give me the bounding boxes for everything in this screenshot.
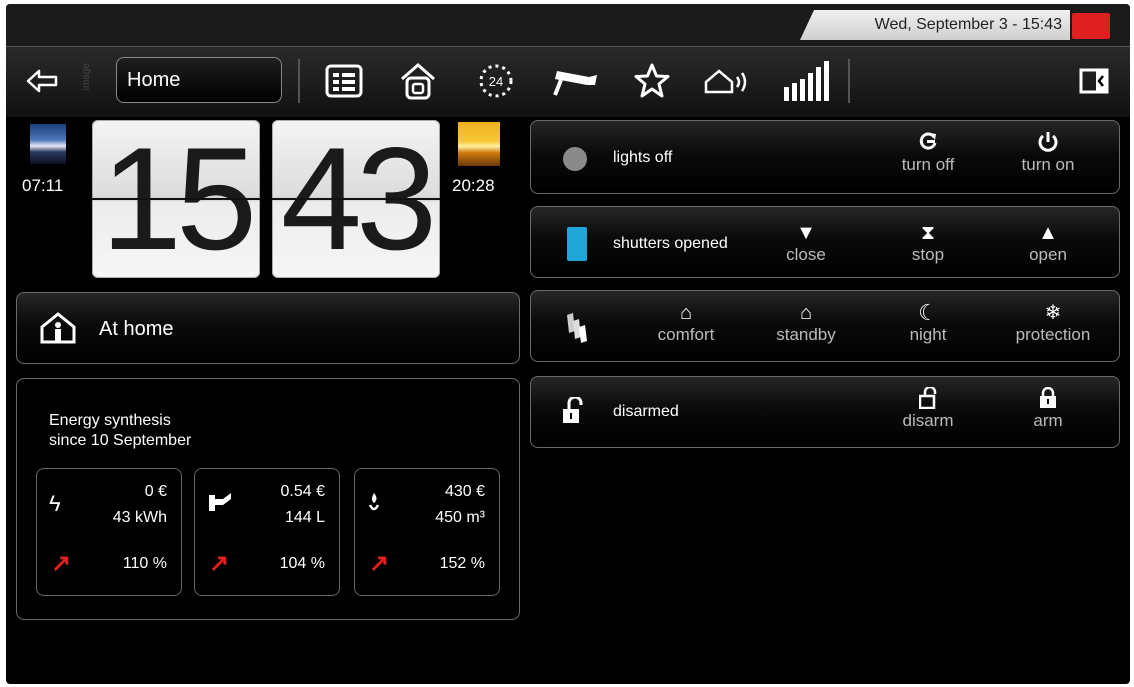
camera-icon[interactable] [544,55,604,107]
date-time-display: Wed, September 3 - 15:43 [800,10,1070,40]
turn-on-label: turn on [1021,155,1075,174]
comfort-button[interactable]: ⌂ comfort [641,301,731,345]
lightning-icon: ϟ [49,491,61,516]
clock-hours: 15 [92,120,260,278]
water-percent: 104 % [279,555,325,572]
lights-status-icon [563,147,587,171]
sunset-time: 20:28 [452,176,495,195]
turn-off-button[interactable]: turn off [883,131,973,175]
electricity-cost: 0 € [144,483,167,500]
status-bar: Wed, September 3 - 15:43 [6,4,1130,46]
lock-icon [1003,386,1093,411]
energy-title: Energy synthesis since 10 September [49,411,191,451]
room-select[interactable]: Home [116,57,282,103]
arm-label: arm [1033,411,1063,430]
open-button[interactable]: ▲ open [1003,221,1093,265]
arrow-down-icon: ▼ [796,222,816,244]
app-frame: Wed, September 3 - 15:43 image Home 24 0… [6,4,1130,684]
stop-icon: ⧗ [920,222,936,244]
energy-title-line1: Energy synthesis [49,412,171,429]
list-icon[interactable] [316,55,372,107]
standby-button[interactable]: ⌂ standby [761,301,851,345]
standby-label: standby [776,325,836,344]
turn-off-label: turn off [901,155,955,174]
electricity-percent: 110 % [122,555,167,572]
sunrise-icon [30,124,66,164]
toolbar-divider [298,59,300,103]
unlock-icon [883,385,973,411]
clock-minutes: 43 [272,120,440,278]
house-icon[interactable] [390,55,446,107]
night-label: night [909,325,947,344]
sunset-icon [458,122,500,166]
lights-panel: lights off turn off turn on [530,120,1120,194]
panel-toggle-icon[interactable] [1074,55,1114,107]
shutter-status-icon [567,227,587,261]
energy-card-gas[interactable]: 430 € 450 m³ ↗ 152 % [354,468,500,596]
toolbar: image Home 24 [6,46,1130,117]
energy-card-water[interactable]: 0.54 € 144 L ↗ 104 % [194,468,340,596]
electricity-amount: 43 kWh [112,509,167,526]
stop-label: stop [911,245,945,264]
water-amount: 144 L [284,509,325,526]
snowflake-icon: ❄ [1044,302,1062,324]
signal-bars-icon[interactable] [778,55,834,107]
refresh-icon [883,131,973,155]
back-arrow-icon[interactable] [18,55,68,107]
arm-button[interactable]: arm [1003,386,1093,431]
water-tap-icon [207,491,233,519]
energy-card-electricity[interactable]: ϟ 0 € 43 kWh ↗ 110 % [36,468,182,596]
side-label: image [81,63,92,91]
water-cost: 0.54 € [280,483,325,500]
house-sound-icon[interactable] [700,55,756,107]
gas-percent: 152 % [439,555,485,572]
alarm-status: disarmed [613,403,679,420]
sunrise-time: 07:11 [22,176,64,195]
turn-on-button[interactable]: turn on [1003,131,1093,175]
close-label: close [786,245,826,264]
shutters-status: shutters opened [613,235,728,252]
toolbar-divider [848,59,850,103]
comfort-label: comfort [657,325,715,344]
presence-label: At home [99,318,174,340]
energy-title-line2: since 10 September [49,432,192,449]
heating-panel: ⌂ comfort ⌂ standby ☾ night ❄ protection [530,290,1120,362]
gas-amount: 450 m³ [435,509,485,526]
unlocked-padlock-icon [561,395,585,430]
trend-up-icon: ↗ [369,550,390,577]
close-button[interactable]: ▼ close [761,221,851,265]
disarm-button[interactable]: disarm [883,385,973,431]
gas-cost: 430 € [444,483,485,500]
protection-button[interactable]: ❄ protection [1003,301,1103,345]
arrow-up-icon: ▲ [1038,222,1058,244]
trend-up-icon: ↗ [51,550,72,577]
svg-text:24: 24 [489,74,503,89]
clock-24-icon[interactable]: 24 [468,55,524,107]
moon-icon: ☾ [918,300,938,325]
power-icon [1003,131,1093,155]
disarm-label: disarm [902,411,954,430]
lights-status: lights off [613,149,673,166]
alarm-panel: disarmed disarm arm [530,376,1120,448]
night-button[interactable]: ☾ night [883,301,973,345]
house-person-icon [39,311,77,350]
house-standby-icon: ⌂ [799,302,813,324]
presence-panel[interactable]: At home [16,292,520,364]
radiator-icon [563,311,589,350]
stop-button[interactable]: ⧗ stop [883,221,973,265]
gas-flame-icon [367,491,381,520]
star-icon[interactable] [624,55,680,107]
shutters-panel: shutters opened ▼ close ⧗ stop ▲ open [530,206,1120,278]
protection-label: protection [1015,325,1091,344]
trend-up-icon: ↗ [209,550,230,577]
alert-indicator[interactable] [1072,13,1110,39]
open-label: open [1029,245,1067,264]
house-sun-icon: ⌂ [679,302,693,324]
